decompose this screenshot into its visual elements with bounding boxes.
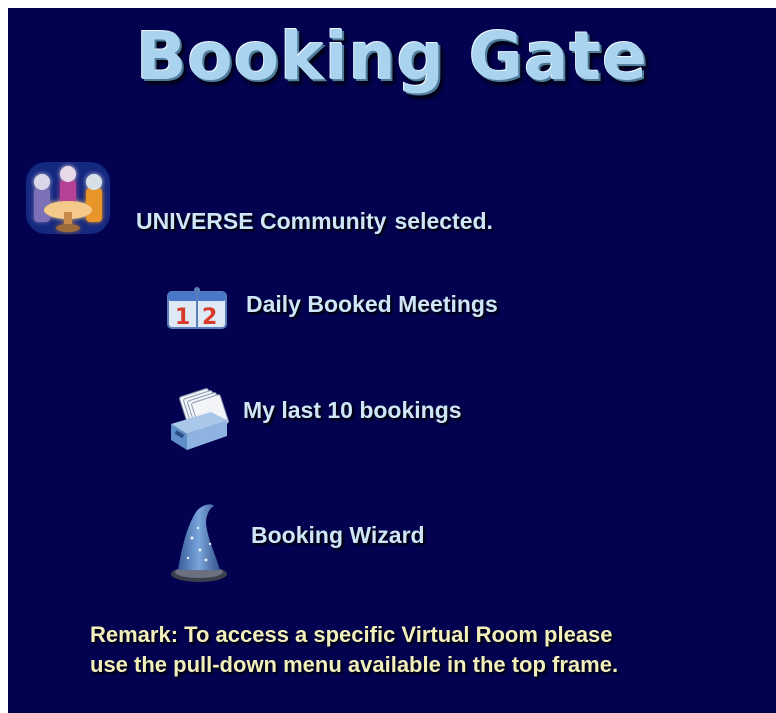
file-drawer-icon[interactable] <box>163 382 233 454</box>
booking-gate-panel: Booking Gate UNIVERSE Community selected… <box>8 8 776 713</box>
calendar-icon[interactable]: 1 2 <box>162 284 232 332</box>
community-status: selected. <box>394 208 493 234</box>
remark-line-1: Remark: To access a specific Virtual Roo… <box>90 622 613 647</box>
remark-text: Remark: To access a specific Virtual Roo… <box>90 620 618 680</box>
my-last-bookings-link[interactable]: My last 10 bookings <box>243 397 462 424</box>
svg-text:2: 2 <box>202 305 217 330</box>
community-name: UNIVERSE Community <box>136 208 387 234</box>
booking-wizard-link[interactable]: Booking Wizard <box>251 522 425 549</box>
svg-text:1: 1 <box>175 305 190 330</box>
page-title: Booking Gate <box>136 18 648 95</box>
selected-community-text: UNIVERSE Community selected. <box>136 208 493 235</box>
wizard-hat-icon[interactable] <box>166 498 232 584</box>
daily-booked-meetings-link[interactable]: Daily Booked Meetings <box>246 291 498 318</box>
community-group-icon <box>26 162 110 234</box>
remark-line-2: use the pull-down menu available in the … <box>90 652 619 677</box>
